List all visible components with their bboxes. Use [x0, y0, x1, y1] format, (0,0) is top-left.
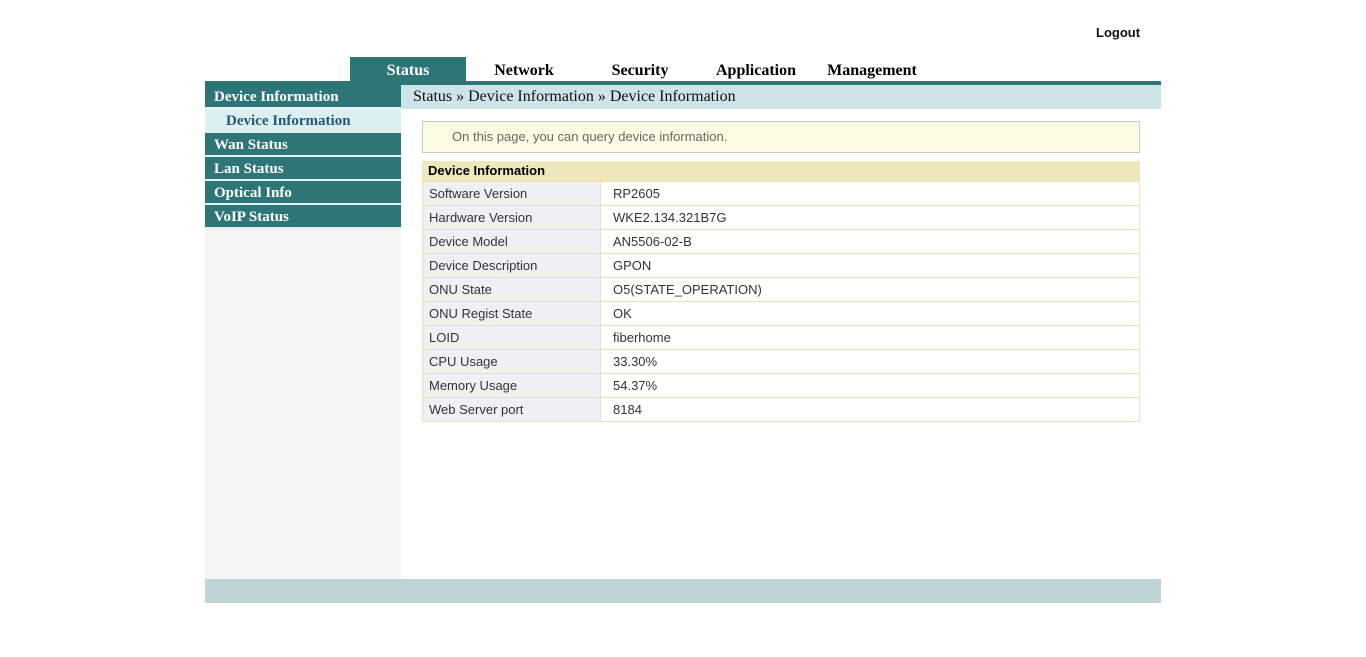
row-label: Memory Usage	[422, 373, 601, 398]
row-label: Device Model	[422, 229, 601, 254]
device-information-table: Device Information Software Version RP26…	[422, 161, 1140, 422]
table-row: Software Version RP2605	[422, 181, 1140, 206]
table-title: Device Information	[422, 161, 1140, 181]
table-row: ONU State O5(STATE_OPERATION)	[422, 277, 1140, 302]
row-label: Hardware Version	[422, 205, 601, 230]
sidebar-item-device-information-selected[interactable]: Device Information	[205, 109, 401, 133]
table-row: CPU Usage 33.30%	[422, 349, 1140, 374]
table-row: Hardware Version WKE2.134.321B7G	[422, 205, 1140, 230]
row-label: ONU Regist State	[422, 301, 601, 326]
row-value: 54.37%	[600, 373, 1140, 398]
footer-bar	[205, 579, 1161, 603]
sidebar-item-wan-status[interactable]: Wan Status	[205, 133, 401, 157]
row-value: WKE2.134.321B7G	[600, 205, 1140, 230]
row-label: Software Version	[422, 181, 601, 206]
row-value: OK	[600, 301, 1140, 326]
row-label: CPU Usage	[422, 349, 601, 374]
main-content: Status » Device Information » Device Inf…	[401, 85, 1161, 579]
row-label: ONU State	[422, 277, 601, 302]
row-label: LOID	[422, 325, 601, 350]
table-row: ONU Regist State OK	[422, 301, 1140, 326]
table-row: LOID fiberhome	[422, 325, 1140, 350]
page-info-message: On this page, you can query device infor…	[422, 121, 1140, 153]
row-value: GPON	[600, 253, 1140, 278]
row-value: O5(STATE_OPERATION)	[600, 277, 1140, 302]
row-label: Device Description	[422, 253, 601, 278]
sidebar-item-optical-info[interactable]: Optical Info	[205, 181, 401, 205]
table-row: Device Model AN5506-02-B	[422, 229, 1140, 254]
table-row: Web Server port 8184	[422, 397, 1140, 422]
row-value: 8184	[600, 397, 1140, 422]
sidebar-item-lan-status[interactable]: Lan Status	[205, 157, 401, 181]
row-value: AN5506-02-B	[600, 229, 1140, 254]
table-row: Memory Usage 54.37%	[422, 373, 1140, 398]
row-value: 33.30%	[600, 349, 1140, 374]
logout-link[interactable]: Logout	[1096, 25, 1140, 40]
row-value: fiberhome	[600, 325, 1140, 350]
sidebar-item-voip-status[interactable]: VoIP Status	[205, 205, 401, 229]
row-value: RP2605	[600, 181, 1140, 206]
row-label: Web Server port	[422, 397, 601, 422]
sidebar-item-device-information-section[interactable]: Device Information	[205, 85, 401, 109]
breadcrumb: Status » Device Information » Device Inf…	[401, 85, 1161, 109]
sidebar: Device Information Device Information Wa…	[205, 85, 401, 579]
router-admin-page: Logout Status Network Security Applicati…	[0, 0, 1366, 657]
table-row: Device Description GPON	[422, 253, 1140, 278]
